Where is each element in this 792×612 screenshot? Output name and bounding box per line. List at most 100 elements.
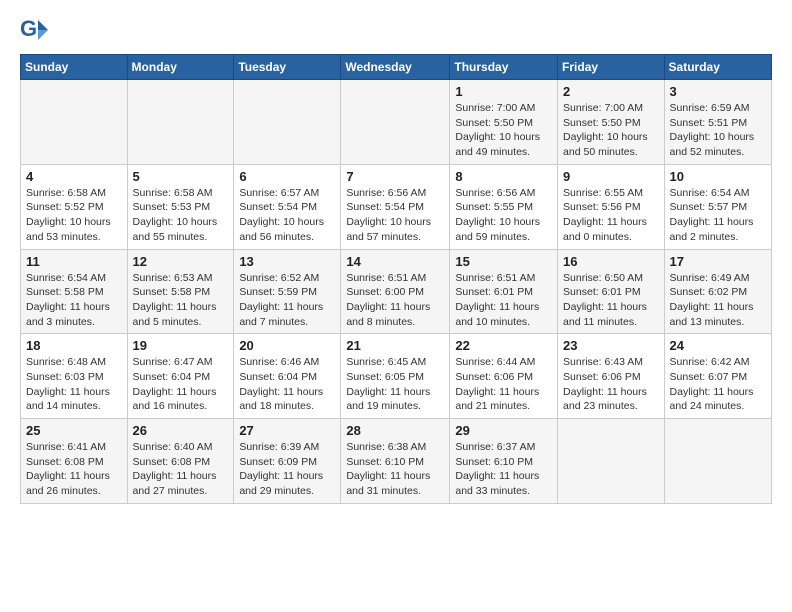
- day-info: Sunrise: 6:39 AM Sunset: 6:09 PM Dayligh…: [239, 440, 335, 499]
- calendar-cell: 20 Sunrise: 6:46 AM Sunset: 6:04 PM Dayli…: [234, 334, 341, 419]
- day-number: 14: [346, 254, 444, 269]
- day-info: Sunrise: 6:57 AM Sunset: 5:54 PM Dayligh…: [239, 186, 335, 245]
- calendar-cell: 22 Sunrise: 6:44 AM Sunset: 6:06 PM Dayli…: [450, 334, 558, 419]
- calendar-week-row: 25Sunrise: 6:41 AM Sunset: 6:08 PM Dayli…: [21, 419, 772, 504]
- day-number: 6: [239, 169, 335, 184]
- calendar-cell: 11 Sunrise: 6:54 AM Sunset: 5:58 PM Dayli…: [21, 249, 128, 334]
- calendar-cell: 23Sunrise: 6:43 AM Sunset: 6:06 PM Dayli…: [558, 334, 665, 419]
- day-info: Sunrise: 6:59 AM Sunset: 5:51 PM Dayligh…: [670, 101, 766, 160]
- day-info: Sunrise: 6:44 AM Sunset: 6:06 PM Dayligh…: [455, 355, 552, 414]
- logo: G: [20, 16, 52, 44]
- calendar-cell: 13 Sunrise: 6:52 AM Sunset: 5:59 PM Dayli…: [234, 249, 341, 334]
- day-number: 19: [133, 338, 229, 353]
- calendar-cell: [341, 80, 450, 165]
- calendar-cell: [234, 80, 341, 165]
- header-day: Monday: [127, 55, 234, 80]
- calendar-cell: 29 Sunrise: 6:37 AM Sunset: 6:10 PM Dayli…: [450, 419, 558, 504]
- day-number: 13: [239, 254, 335, 269]
- calendar-cell: 18 Sunrise: 6:48 AM Sunset: 6:03 PM Dayli…: [21, 334, 128, 419]
- calendar-cell: 3 Sunrise: 6:59 AM Sunset: 5:51 PM Daylig…: [664, 80, 771, 165]
- header-day: Wednesday: [341, 55, 450, 80]
- day-info: Sunrise: 6:38 AM Sunset: 6:10 PM Dayligh…: [346, 440, 444, 499]
- day-info: Sunrise: 6:54 AM Sunset: 5:57 PM Dayligh…: [670, 186, 766, 245]
- day-number: 17: [670, 254, 766, 269]
- day-number: 26: [133, 423, 229, 438]
- day-info: Sunrise: 6:53 AM Sunset: 5:58 PM Dayligh…: [133, 271, 229, 330]
- calendar-cell: 28Sunrise: 6:38 AM Sunset: 6:10 PM Dayli…: [341, 419, 450, 504]
- day-info: Sunrise: 6:56 AM Sunset: 5:54 PM Dayligh…: [346, 186, 444, 245]
- day-number: 16: [563, 254, 659, 269]
- day-number: 20: [239, 338, 335, 353]
- header-day: Saturday: [664, 55, 771, 80]
- calendar-cell: 5Sunrise: 6:58 AM Sunset: 5:53 PM Daylig…: [127, 164, 234, 249]
- day-info: Sunrise: 6:50 AM Sunset: 6:01 PM Dayligh…: [563, 271, 659, 330]
- day-number: 23: [563, 338, 659, 353]
- day-info: Sunrise: 6:37 AM Sunset: 6:10 PM Dayligh…: [455, 440, 552, 499]
- day-info: Sunrise: 6:54 AM Sunset: 5:58 PM Dayligh…: [26, 271, 122, 330]
- day-info: Sunrise: 6:46 AM Sunset: 6:04 PM Dayligh…: [239, 355, 335, 414]
- calendar-cell: 7 Sunrise: 6:56 AM Sunset: 5:54 PM Daylig…: [341, 164, 450, 249]
- day-number: 3: [670, 84, 766, 99]
- day-number: 22: [455, 338, 552, 353]
- day-number: 10: [670, 169, 766, 184]
- day-number: 25: [26, 423, 122, 438]
- day-info: Sunrise: 6:58 AM Sunset: 5:52 PM Dayligh…: [26, 186, 122, 245]
- day-number: 11: [26, 254, 122, 269]
- calendar-week-row: 18 Sunrise: 6:48 AM Sunset: 6:03 PM Dayli…: [21, 334, 772, 419]
- header-day: Sunday: [21, 55, 128, 80]
- day-info: Sunrise: 6:51 AM Sunset: 6:00 PM Dayligh…: [346, 271, 444, 330]
- calendar-week-row: 11 Sunrise: 6:54 AM Sunset: 5:58 PM Dayli…: [21, 249, 772, 334]
- day-number: 18: [26, 338, 122, 353]
- calendar-cell: 24Sunrise: 6:42 AM Sunset: 6:07 PM Dayli…: [664, 334, 771, 419]
- calendar-week-row: 1Sunrise: 7:00 AM Sunset: 5:50 PM Daylig…: [21, 80, 772, 165]
- day-number: 15: [455, 254, 552, 269]
- calendar-week-row: 4 Sunrise: 6:58 AM Sunset: 5:52 PM Daylig…: [21, 164, 772, 249]
- day-number: 21: [346, 338, 444, 353]
- header-day: Thursday: [450, 55, 558, 80]
- header-day: Friday: [558, 55, 665, 80]
- calendar-cell: 2 Sunrise: 7:00 AM Sunset: 5:50 PM Daylig…: [558, 80, 665, 165]
- calendar-cell: 4 Sunrise: 6:58 AM Sunset: 5:52 PM Daylig…: [21, 164, 128, 249]
- day-info: Sunrise: 7:00 AM Sunset: 5:50 PM Dayligh…: [455, 101, 552, 160]
- calendar-cell: 21 Sunrise: 6:45 AM Sunset: 6:05 PM Dayli…: [341, 334, 450, 419]
- calendar-cell: 19 Sunrise: 6:47 AM Sunset: 6:04 PM Dayli…: [127, 334, 234, 419]
- day-number: 29: [455, 423, 552, 438]
- day-number: 9: [563, 169, 659, 184]
- day-info: Sunrise: 6:58 AM Sunset: 5:53 PM Dayligh…: [133, 186, 229, 245]
- calendar-cell: [21, 80, 128, 165]
- calendar-cell: 16 Sunrise: 6:50 AM Sunset: 6:01 PM Dayli…: [558, 249, 665, 334]
- calendar-cell: 14 Sunrise: 6:51 AM Sunset: 6:00 PM Dayli…: [341, 249, 450, 334]
- calendar-cell: [558, 419, 665, 504]
- calendar-cell: 17 Sunrise: 6:49 AM Sunset: 6:02 PM Dayli…: [664, 249, 771, 334]
- header: G: [20, 16, 772, 44]
- day-info: Sunrise: 6:55 AM Sunset: 5:56 PM Dayligh…: [563, 186, 659, 245]
- day-info: Sunrise: 6:52 AM Sunset: 5:59 PM Dayligh…: [239, 271, 335, 330]
- logo-icon: G: [20, 16, 48, 44]
- day-info: Sunrise: 6:42 AM Sunset: 6:07 PM Dayligh…: [670, 355, 766, 414]
- day-number: 4: [26, 169, 122, 184]
- calendar-page: G SundayMondayTuesdayWednesdayThursdayFr…: [0, 0, 792, 514]
- day-number: 7: [346, 169, 444, 184]
- calendar-cell: 25Sunrise: 6:41 AM Sunset: 6:08 PM Dayli…: [21, 419, 128, 504]
- calendar-cell: 6 Sunrise: 6:57 AM Sunset: 5:54 PM Daylig…: [234, 164, 341, 249]
- day-info: Sunrise: 7:00 AM Sunset: 5:50 PM Dayligh…: [563, 101, 659, 160]
- day-number: 2: [563, 84, 659, 99]
- calendar-cell: 26Sunrise: 6:40 AM Sunset: 6:08 PM Dayli…: [127, 419, 234, 504]
- day-number: 27: [239, 423, 335, 438]
- calendar-cell: 1Sunrise: 7:00 AM Sunset: 5:50 PM Daylig…: [450, 80, 558, 165]
- header-row: SundayMondayTuesdayWednesdayThursdayFrid…: [21, 55, 772, 80]
- day-info: Sunrise: 6:49 AM Sunset: 6:02 PM Dayligh…: [670, 271, 766, 330]
- calendar-cell: 8Sunrise: 6:56 AM Sunset: 5:55 PM Daylig…: [450, 164, 558, 249]
- day-info: Sunrise: 6:45 AM Sunset: 6:05 PM Dayligh…: [346, 355, 444, 414]
- calendar-cell: 9 Sunrise: 6:55 AM Sunset: 5:56 PM Daylig…: [558, 164, 665, 249]
- calendar-cell: 27 Sunrise: 6:39 AM Sunset: 6:09 PM Dayli…: [234, 419, 341, 504]
- day-info: Sunrise: 6:48 AM Sunset: 6:03 PM Dayligh…: [26, 355, 122, 414]
- calendar-cell: [664, 419, 771, 504]
- day-number: 8: [455, 169, 552, 184]
- day-number: 12: [133, 254, 229, 269]
- calendar-table: SundayMondayTuesdayWednesdayThursdayFrid…: [20, 54, 772, 504]
- day-info: Sunrise: 6:51 AM Sunset: 6:01 PM Dayligh…: [455, 271, 552, 330]
- calendar-cell: 15 Sunrise: 6:51 AM Sunset: 6:01 PM Dayli…: [450, 249, 558, 334]
- header-day: Tuesday: [234, 55, 341, 80]
- day-info: Sunrise: 6:47 AM Sunset: 6:04 PM Dayligh…: [133, 355, 229, 414]
